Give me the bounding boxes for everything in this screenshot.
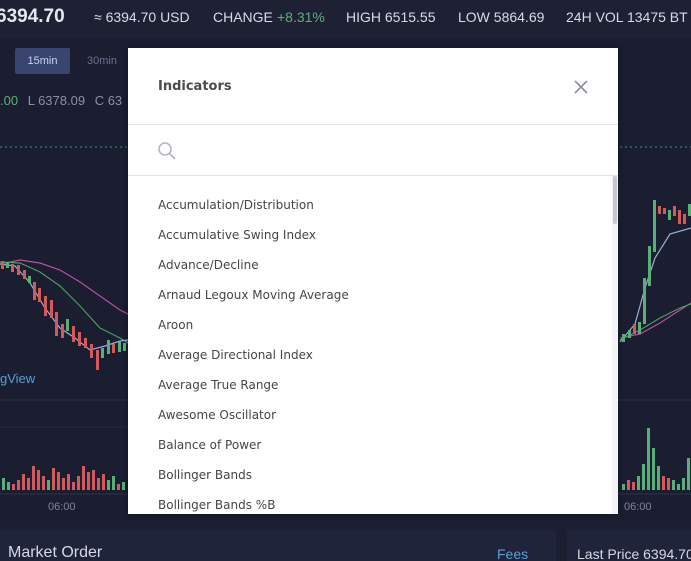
close-icon[interactable] <box>572 78 590 96</box>
market-order-title: Market Order <box>8 544 103 561</box>
ohlc-close: C 63 <box>94 93 123 108</box>
ticker-high: HIGH 6515.55 <box>346 9 436 25</box>
ticker-usd: ≈ 6394.70 USD <box>94 9 190 25</box>
timeframe-30min-button[interactable]: 30min <box>76 48 128 74</box>
fees-link[interactable]: Fees <box>497 546 528 561</box>
list-item[interactable]: Accumulative Swing Index <box>128 220 610 250</box>
ticker-change-value: +8.31% <box>277 9 325 25</box>
list-item[interactable]: Bollinger Bands <box>128 460 610 490</box>
list-item[interactable]: Arnaud Legoux Moving Average <box>128 280 610 310</box>
search-input[interactable] <box>186 135 586 165</box>
list-item[interactable]: Advance/Decline <box>128 250 610 280</box>
ticker-price: 6394.70 <box>0 6 65 27</box>
indicators-dialog: Indicators Accumulation/Distribution Acc… <box>128 48 618 514</box>
ohlc-partial: .00 <box>0 93 19 108</box>
list-item[interactable]: Balance of Power <box>128 430 610 460</box>
bottom-panels: Market Order Fees Last Price 6394.70 <box>0 530 691 561</box>
order-panel: Market Order Fees <box>0 530 556 561</box>
ticker-volume: 24H VOL 13475 BT <box>566 9 688 25</box>
close-button[interactable] <box>572 78 590 96</box>
ohlc-readout: .00 L 6378.09 C 63 <box>0 93 122 108</box>
time-axis-label: 06:00 <box>624 501 652 513</box>
ticker-change-label: CHANGE <box>213 9 273 25</box>
search-row <box>128 125 618 175</box>
scrollbar[interactable] <box>612 176 618 514</box>
list-item[interactable]: Average Directional Index <box>128 340 610 370</box>
last-price-label: Last Price 6394.70 <box>577 546 691 561</box>
scrollbar-thumb[interactable] <box>613 176 617 224</box>
ticker-bar: 6394.70 ≈ 6394.70 USD CHANGE +8.31% HIGH… <box>0 0 691 38</box>
candles-left <box>1 261 126 370</box>
ticker-low: LOW 5864.69 <box>458 9 545 25</box>
timeframe-15min-button[interactable]: 15min <box>15 48 70 74</box>
search-icon <box>158 142 176 160</box>
list-item[interactable]: Aroon <box>128 310 610 340</box>
ohlc-low: L 6378.09 <box>27 93 86 108</box>
list-item[interactable]: Awesome Oscillator <box>128 400 610 430</box>
chart-watermark: gView <box>0 371 36 386</box>
time-axis-label: 06:00 <box>48 501 76 513</box>
volume-bars-right <box>622 428 690 490</box>
indicator-list[interactable]: Accumulation/Distribution Accumulative S… <box>128 176 618 514</box>
list-item[interactable]: Bollinger Bands %B <box>128 490 610 514</box>
dialog-title: Indicators <box>158 79 232 94</box>
volume-bars-left <box>2 466 125 490</box>
last-price-panel: Last Price 6394.70 <box>567 530 691 561</box>
list-item[interactable]: Average True Range <box>128 370 610 400</box>
list-item[interactable]: Accumulation/Distribution <box>128 190 610 220</box>
